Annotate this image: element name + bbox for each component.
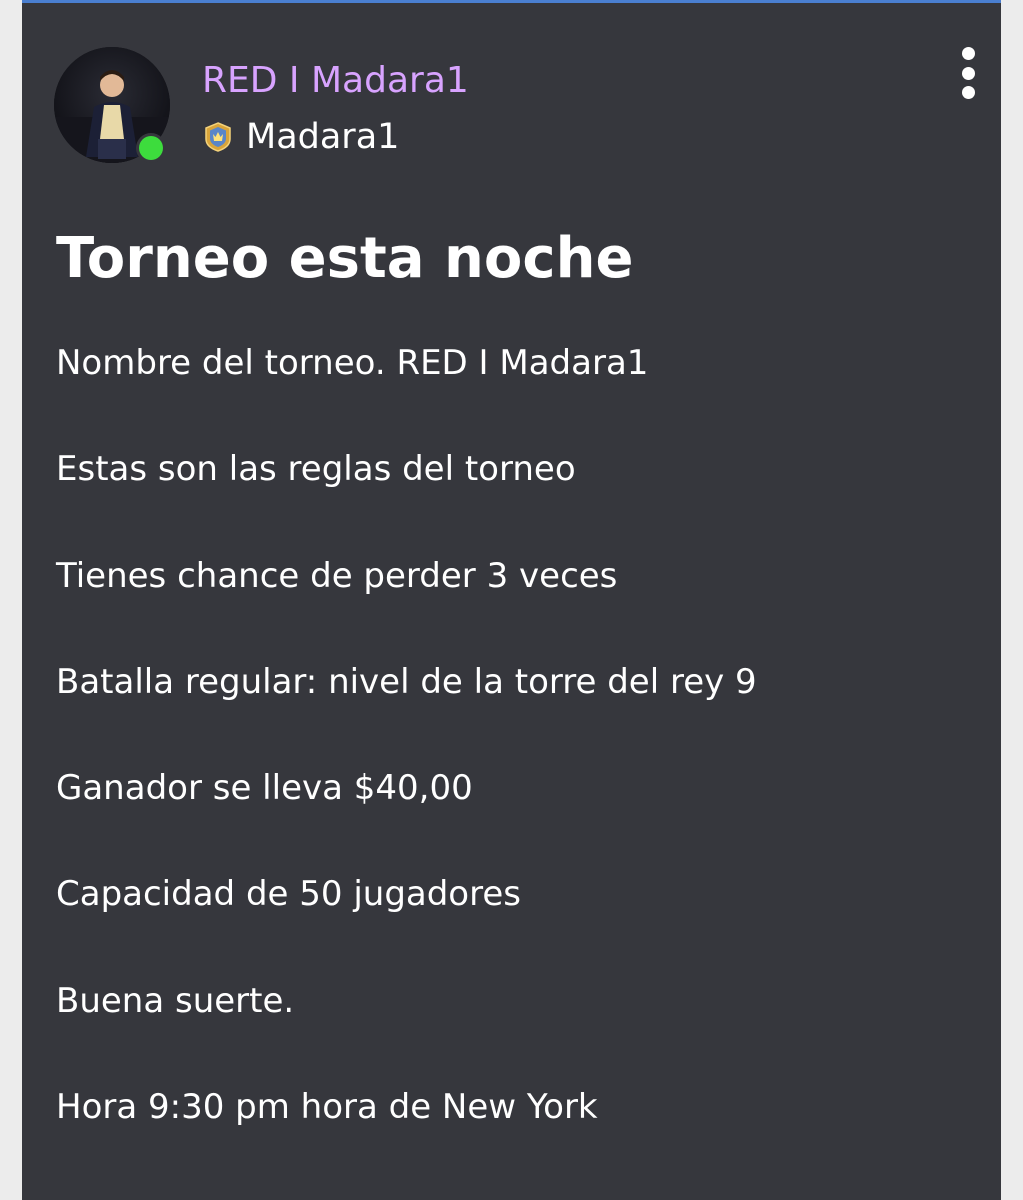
author-name[interactable]: RED I Madara1 (202, 59, 469, 103)
post-title: Torneo esta noche (56, 226, 634, 291)
post-body-line: Hora 9:30 pm hora de New York (56, 1087, 598, 1127)
post-body-line: Nombre del torneo. RED I Madara1 (56, 343, 649, 383)
clan-badge-icon (205, 122, 231, 152)
post-body-line: Batalla regular: nivel de la torre del r… (56, 662, 757, 702)
online-status-indicator (136, 133, 166, 163)
more-vertical-icon-dot (961, 66, 975, 80)
online-dot (139, 136, 163, 160)
screen: RED I Madara1 Madara1 Torneo esta noche … (0, 0, 1023, 1200)
author-avatar[interactable] (54, 47, 170, 163)
post-body-line: Buena suerte. (56, 981, 295, 1021)
more-options-button[interactable] (948, 47, 988, 99)
more-vertical-icon (961, 47, 975, 60)
post-card: RED I Madara1 Madara1 Torneo esta noche … (22, 0, 1001, 1200)
more-vertical-icon-dot (961, 86, 975, 99)
post-body-line: Capacidad de 50 jugadores (56, 874, 521, 914)
post-body-line: Tienes chance de perder 3 veces (56, 556, 618, 596)
clan-name: Madara1 (246, 117, 400, 157)
post-body-line: Ganador se lleva $40,00 (56, 768, 473, 808)
post-body-line: Estas son las reglas del torneo (56, 449, 576, 489)
author-clan[interactable]: Madara1 (204, 115, 399, 159)
